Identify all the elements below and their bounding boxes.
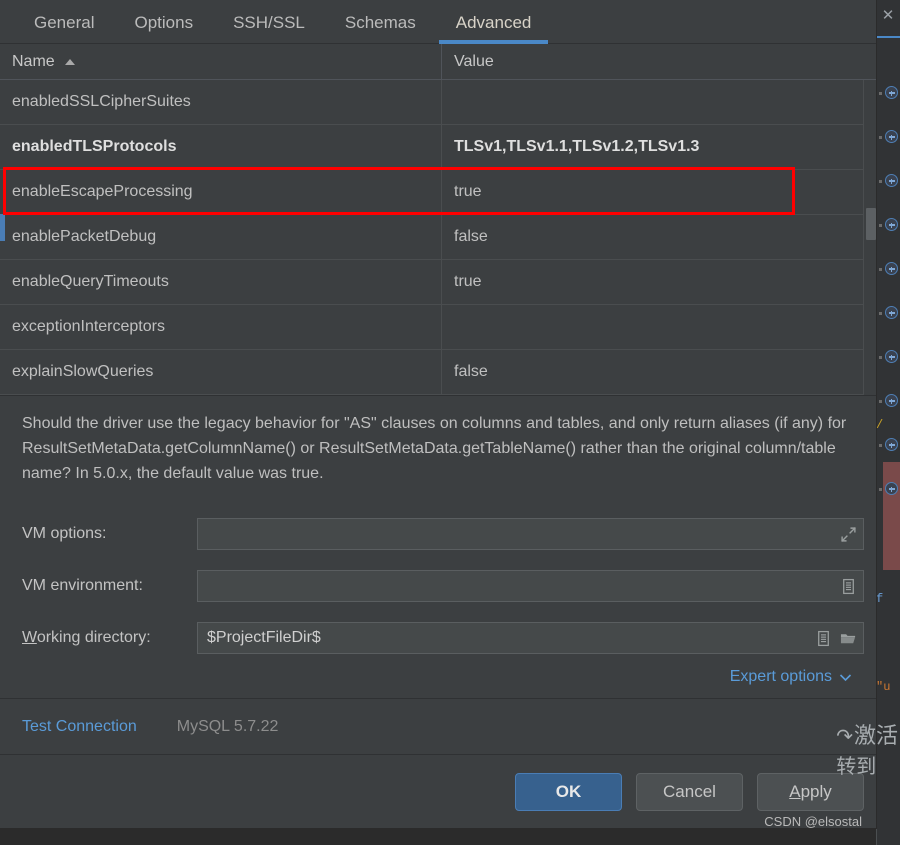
table-row[interactable]: enabledSSLCipherSuites (0, 80, 876, 125)
working-directory-input[interactable]: $ProjectFileDir$ (197, 622, 864, 654)
apply-button[interactable]: Apply (757, 772, 864, 811)
cell-value[interactable]: false (442, 350, 876, 394)
code-fold-icon[interactable] (885, 174, 898, 187)
code-fold-icon[interactable] (885, 482, 898, 495)
cell-name: enablePacketDebug (0, 215, 442, 259)
row-selection-indicator (0, 214, 5, 241)
working-directory-label-rest: orking directory: (36, 629, 151, 646)
gutter-marker-dot (879, 444, 882, 447)
sort-ascending-icon (64, 58, 75, 65)
expert-options-row: Expert options (22, 668, 864, 686)
cell-value[interactable]: TLSv1,TLSv1.1,TLSv1.2,TLSv1.3 (442, 125, 876, 169)
dialog-tab-bar: General Options SSH/SSL Schemas Advanced (0, 0, 876, 44)
background-code-fragment: / (876, 418, 884, 432)
cancel-button[interactable]: Cancel (636, 772, 743, 811)
apply-mnemonic: A (789, 781, 801, 801)
tab-general[interactable]: General (14, 0, 114, 44)
cell-name: enableEscapeProcessing (0, 170, 442, 214)
code-fold-icon[interactable] (885, 394, 898, 407)
working-directory-label: Working directory: (22, 629, 197, 647)
code-fold-icon[interactable] (885, 306, 898, 319)
list-icon[interactable] (815, 630, 832, 647)
column-header-name[interactable]: Name (0, 44, 442, 79)
table-row[interactable]: exceptionInterceptors (0, 305, 876, 350)
cell-value[interactable]: false (442, 215, 876, 259)
gutter-marker-dot (879, 356, 882, 359)
cell-value[interactable] (442, 80, 876, 124)
code-fold-icon[interactable] (885, 130, 898, 143)
vm-environment-label: VM environment: (22, 577, 143, 594)
code-fold-icon[interactable] (885, 262, 898, 275)
gutter-marker-dot (879, 136, 882, 139)
list-icon[interactable] (840, 578, 857, 595)
table-row[interactable]: enablePacketDebug false (0, 215, 876, 260)
working-directory-mnemonic: W (22, 629, 37, 646)
code-fold-icon[interactable] (885, 438, 898, 451)
vm-environment-row: VM environment: (22, 564, 864, 608)
tab-schemas[interactable]: Schemas (325, 0, 436, 44)
gutter-marker-dot (879, 224, 882, 227)
folder-icon[interactable] (840, 630, 857, 647)
table-scrollbar-thumb[interactable] (866, 208, 876, 240)
code-fold-icon[interactable] (885, 218, 898, 231)
table-row[interactable]: enableQueryTimeouts true (0, 260, 876, 305)
background-code-fragment: f (876, 592, 884, 606)
property-description: Should the driver use the legacy behavio… (0, 396, 876, 506)
cell-name: enabledTLSProtocols (0, 125, 442, 169)
code-fold-icon[interactable] (885, 350, 898, 363)
gutter-marker-dot (879, 180, 882, 183)
working-directory-value: $ProjectFileDir$ (207, 629, 321, 646)
table-row[interactable]: enableEscapeProcessing true (0, 170, 876, 215)
background-error-band (883, 462, 900, 570)
vm-environment-input[interactable] (197, 570, 864, 602)
advanced-form: VM options: VM environment: Working dire… (0, 506, 876, 698)
test-connection-link[interactable]: Test Connection (22, 718, 137, 736)
table-body: enabledSSLCipherSuites enabledTLSProtoco… (0, 80, 876, 395)
cell-name: explainSlowQueries (0, 350, 442, 394)
ok-button[interactable]: OK (515, 772, 622, 811)
watermark-credit: CSDN @elsostal (764, 814, 862, 829)
gutter-marker-dot (879, 92, 882, 95)
background-code-fragment: "u (876, 680, 891, 694)
cell-name: enableQueryTimeouts (0, 260, 442, 304)
gutter-marker-dot (879, 488, 882, 491)
dialog-footer: OK Cancel Apply CSDN @elsostal (0, 754, 876, 829)
advanced-properties-table: Name Value enabledSSLCipherSuites enable… (0, 44, 876, 396)
gutter-marker-dot (879, 268, 882, 271)
table-scrollbar[interactable] (863, 80, 876, 395)
tab-options[interactable]: Options (114, 0, 213, 44)
cell-name: exceptionInterceptors (0, 305, 442, 349)
test-connection-strip: Test Connection MySQL 5.7.22 (0, 698, 876, 754)
column-header-value-label: Value (454, 52, 494, 70)
close-icon[interactable]: ✕ (878, 6, 898, 26)
background-tab-underline (876, 36, 900, 38)
cell-value[interactable]: true (442, 260, 876, 304)
table-header-row: Name Value (0, 44, 876, 80)
cell-name: enabledSSLCipherSuites (0, 80, 442, 124)
expert-options-link[interactable]: Expert options (730, 668, 852, 686)
database-version-label: MySQL 5.7.22 (176, 717, 279, 735)
gutter-marker-dot (879, 400, 882, 403)
expand-icon[interactable] (840, 526, 857, 543)
table-row[interactable]: explainSlowQueries false (0, 350, 876, 395)
apply-label-rest: pply (800, 781, 832, 801)
working-directory-row: Working directory: $ProjectFileDir$ (22, 616, 864, 660)
column-header-value[interactable]: Value (442, 44, 876, 79)
tab-advanced[interactable]: Advanced (436, 0, 552, 44)
tab-ssh-ssl[interactable]: SSH/SSL (213, 0, 325, 44)
chevron-down-icon (839, 673, 852, 681)
vm-options-label: VM options: (22, 525, 107, 542)
vm-options-row: VM options: (22, 512, 864, 556)
data-source-properties-dialog: General Options SSH/SSL Schemas Advanced… (0, 0, 877, 829)
vm-options-input[interactable] (197, 518, 864, 550)
expert-options-label: Expert options (729, 668, 832, 685)
gutter-marker-dot (879, 312, 882, 315)
cell-value[interactable]: true (442, 170, 876, 214)
cell-value[interactable] (442, 305, 876, 349)
column-header-name-label: Name (12, 52, 55, 70)
table-row[interactable]: enabledTLSProtocols TLSv1,TLSv1.1,TLSv1.… (0, 125, 876, 170)
code-fold-icon[interactable] (885, 86, 898, 99)
